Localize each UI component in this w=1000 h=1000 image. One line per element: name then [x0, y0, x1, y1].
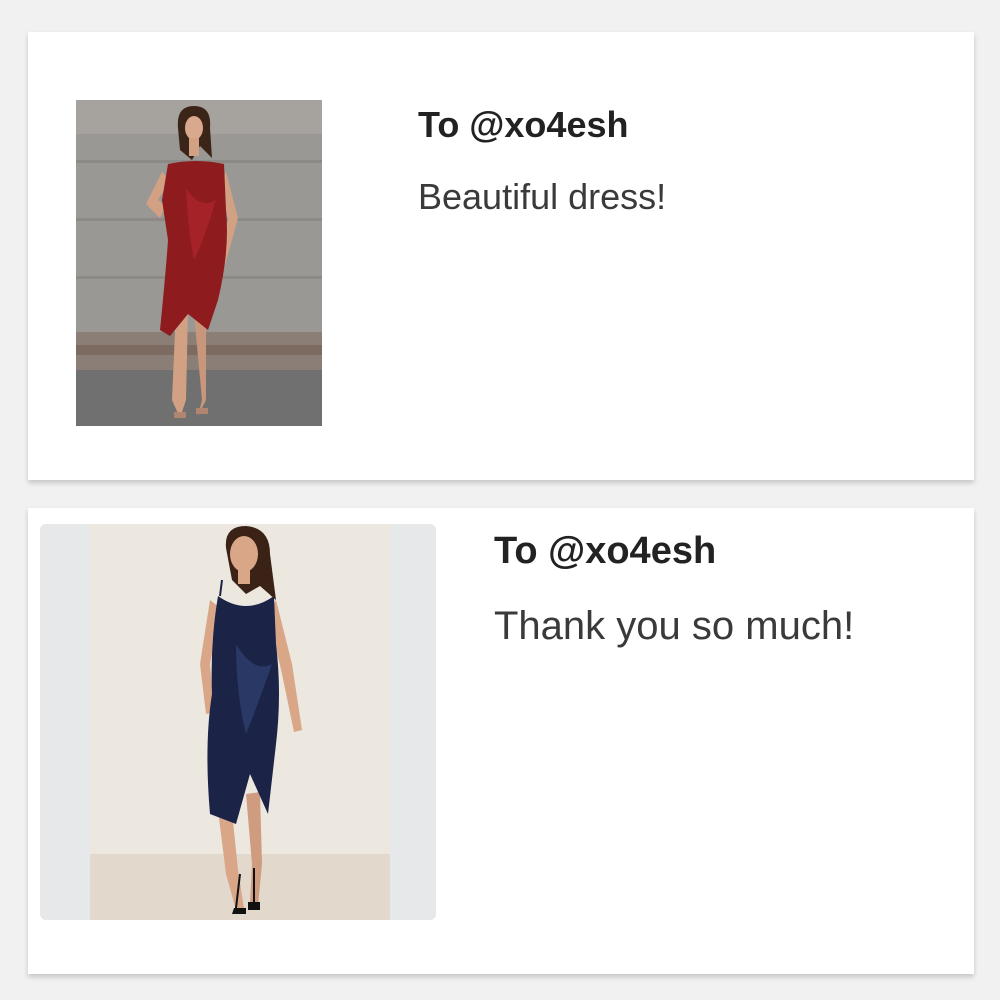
product-photo[interactable] [40, 524, 436, 920]
message-card[interactable]: To @xo4esh Thank you so much! [28, 508, 974, 974]
message-text: Beautiful dress! [418, 176, 667, 217]
message-text: Thank you so much! [494, 604, 855, 648]
page: To @xo4esh Beautiful dress! To @xo4esh T… [0, 0, 1000, 1000]
recipient-label[interactable]: To @xo4esh [494, 530, 716, 573]
navy-dress-photo [40, 524, 436, 920]
product-photo[interactable] [76, 100, 322, 426]
recipient-label[interactable]: To @xo4esh [418, 104, 628, 146]
red-dress-photo [76, 100, 322, 426]
message-card[interactable]: To @xo4esh Beautiful dress! [28, 32, 974, 480]
